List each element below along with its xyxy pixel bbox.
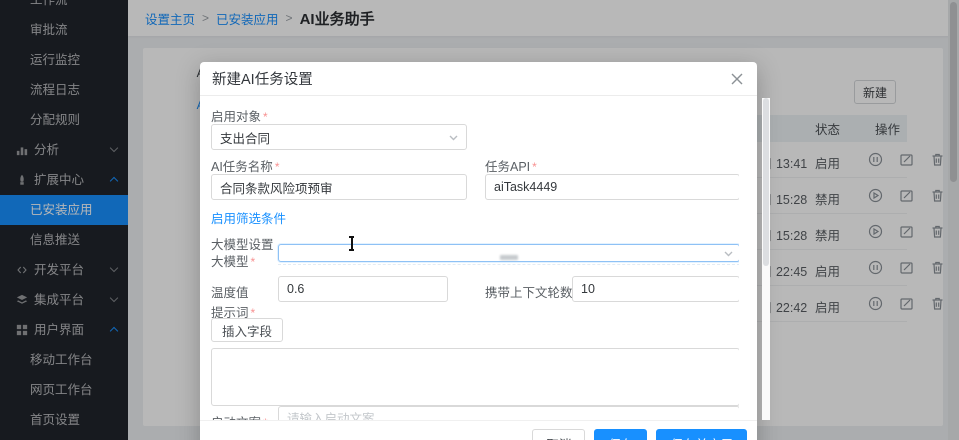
new-ai-task-dialog: 新建AI任务设置 启用对象* 支出合同 AI任务名称* 任务API* 启用筛选条… <box>200 62 757 440</box>
text-cursor-icon <box>347 236 356 251</box>
dialog-header: 新建AI任务设置 <box>200 62 757 96</box>
required-mark: * <box>251 255 256 269</box>
cancel-button[interactable]: 取消 <box>532 429 585 440</box>
enable-filter-link[interactable]: 启用筛选条件 <box>211 208 286 227</box>
task-name-input[interactable] <box>211 174 467 200</box>
chevron-down-icon <box>449 133 458 142</box>
required-mark: * <box>275 160 280 174</box>
dialog-footer: 取消 保存 保存并启用 <box>200 420 757 440</box>
dialog-title: 新建AI任务设置 <box>212 68 313 89</box>
context-rounds-input[interactable] <box>572 276 739 302</box>
startup-text-input[interactable] <box>278 406 739 420</box>
model-dropdown-edge <box>278 264 739 265</box>
startup-text-label: 启动文案* <box>211 412 268 420</box>
enable-target-select[interactable]: 支出合同 <box>211 124 467 150</box>
save-and-enable-button[interactable]: 保存并启用 <box>656 429 747 440</box>
context-rounds-label: 携带上下文轮数* <box>485 282 579 301</box>
app-window: 工作流 审批流 运行监控 流程日志 分配规则 分析 扩展中心 已安装应用 信息推… <box>0 0 959 440</box>
save-button[interactable]: 保存 <box>594 429 647 440</box>
required-mark: * <box>263 110 268 124</box>
required-mark: * <box>532 160 537 174</box>
temperature-label: 温度值 <box>211 282 249 301</box>
dialog-scrollbar[interactable] <box>762 98 770 420</box>
task-name-label: AI任务名称* <box>211 156 279 175</box>
enable-target-label: 启用对象* <box>211 106 268 125</box>
dialog-body: 启用对象* 支出合同 AI任务名称* 任务API* 启用筛选条件 大模型设置 大… <box>211 96 739 420</box>
model-select-clipped-text <box>500 255 518 260</box>
task-api-label: 任务API* <box>485 156 537 175</box>
dialog-scrollbar-thumb[interactable] <box>763 98 769 266</box>
chevron-down-icon <box>724 249 733 258</box>
prompt-textarea[interactable] <box>211 348 739 406</box>
temperature-input[interactable] <box>278 276 448 302</box>
task-api-input[interactable] <box>485 174 739 200</box>
insert-field-button[interactable]: 插入字段 <box>211 318 283 342</box>
model-label: 大模型* <box>211 251 255 270</box>
close-icon[interactable] <box>729 71 745 87</box>
